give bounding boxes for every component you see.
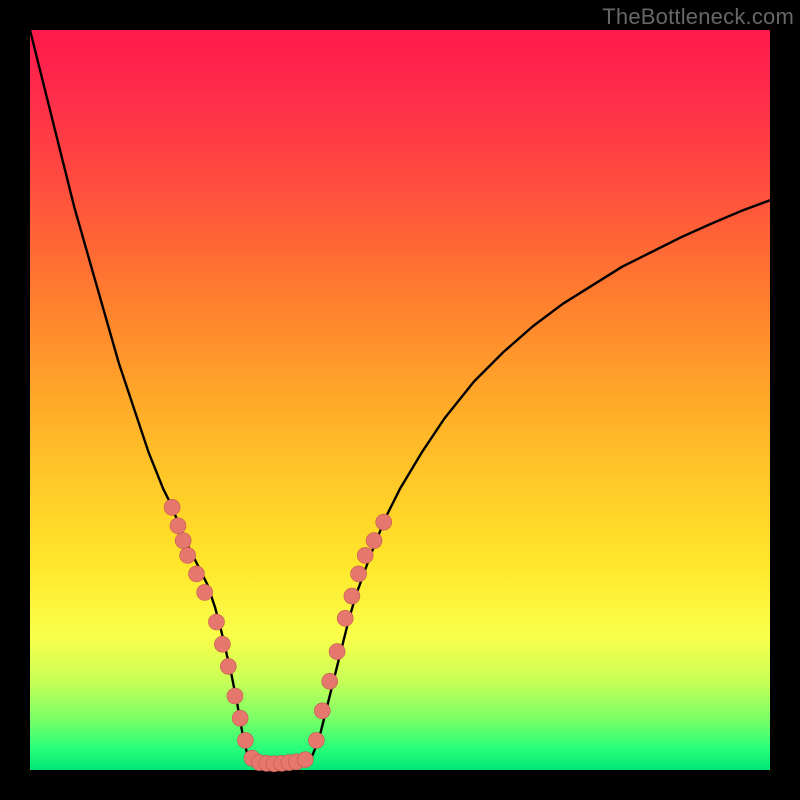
data-marker (180, 547, 196, 563)
data-marker (232, 710, 248, 726)
data-marker (297, 752, 313, 768)
data-marker (175, 533, 191, 549)
data-marker (376, 514, 392, 530)
data-marker (366, 533, 382, 549)
data-marker (314, 703, 330, 719)
data-marker (170, 518, 186, 534)
data-marker (227, 688, 243, 704)
data-marker (208, 614, 224, 630)
data-marker (164, 499, 180, 515)
data-marker (337, 610, 353, 626)
plot-area (30, 30, 770, 770)
data-marker (357, 547, 373, 563)
data-marker (322, 673, 338, 689)
data-marker (197, 584, 213, 600)
data-marker (189, 566, 205, 582)
data-marker (237, 732, 253, 748)
data-marker (308, 732, 324, 748)
bottleneck-curve (30, 30, 770, 764)
watermark-text: TheBottleneck.com (602, 4, 794, 30)
data-marker (220, 658, 236, 674)
chart-frame: TheBottleneck.com (0, 0, 800, 800)
data-marker (351, 566, 367, 582)
data-marker (329, 644, 345, 660)
data-marker (214, 636, 230, 652)
chart-svg (30, 30, 770, 770)
data-marker (344, 588, 360, 604)
